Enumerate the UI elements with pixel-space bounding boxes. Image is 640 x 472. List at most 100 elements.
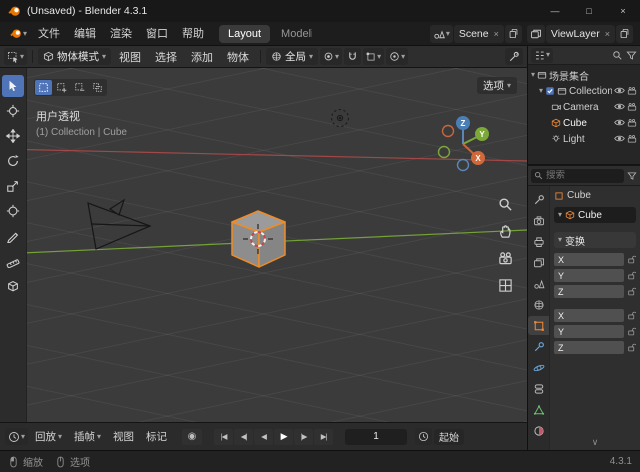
active-tool-dropdown[interactable]: ▾ (4, 48, 27, 65)
render-visibility-icon[interactable] (627, 134, 637, 144)
menu-keying[interactable]: 插帧 ▾ (69, 429, 106, 444)
eye-icon[interactable] (614, 134, 625, 144)
unlock-icon[interactable] (627, 271, 636, 280)
tab-view-layer[interactable] (528, 253, 549, 272)
pivot-point-dropdown[interactable]: ▾ (320, 48, 342, 65)
unlink-icon[interactable]: × (494, 29, 499, 39)
menu-window[interactable]: 窗口 (139, 22, 175, 46)
tab-output[interactable] (528, 232, 549, 251)
rotation-z-field[interactable]: Z (554, 341, 624, 354)
outliner-editor-type-dropdown[interactable]: ▾ (531, 48, 553, 63)
expander-icon[interactable]: ▾ (531, 71, 535, 79)
transform-panel-header[interactable]: ▾ 变换 (554, 232, 636, 248)
outliner-item-scene-collection[interactable]: ▾ 场景集合 (529, 67, 639, 83)
menu-add[interactable]: 添加 (185, 49, 219, 65)
tool-scale[interactable] (2, 175, 24, 197)
tab-modifiers[interactable] (528, 337, 549, 356)
tab-object[interactable] (528, 316, 549, 335)
tool-rotate[interactable] (2, 150, 24, 172)
tool-select-box[interactable] (2, 75, 24, 97)
object-name-field[interactable]: ▾ Cube (554, 207, 636, 223)
tool-settings-toggle[interactable] (505, 48, 523, 65)
expander-icon[interactable]: ▾ (558, 211, 562, 219)
outliner-item-camera[interactable]: Camera (529, 99, 639, 115)
select-mode-invert[interactable] (89, 80, 106, 95)
transform-orientation-dropdown[interactable]: 全局 ▾ (266, 48, 318, 65)
tool-cursor[interactable] (2, 100, 24, 122)
snap-settings-dropdown[interactable]: ▾ (363, 48, 384, 65)
menu-edit[interactable]: 编辑 (67, 22, 103, 46)
maximize-button[interactable]: □ (572, 0, 606, 22)
jump-to-start-button[interactable]: |◀ (214, 429, 233, 445)
rotation-x-field[interactable]: X (554, 309, 624, 322)
menu-playback[interactable]: 回放 ▾ (30, 429, 67, 444)
select-mode-subtract[interactable] (71, 80, 88, 95)
expander-icon[interactable]: ▾ (539, 87, 543, 95)
tab-render[interactable] (528, 211, 549, 230)
prev-keyframe-button[interactable]: ◀| (234, 429, 253, 445)
tab-constraints[interactable] (528, 379, 549, 398)
properties-search-input[interactable] (546, 170, 621, 181)
unlock-icon[interactable] (627, 287, 636, 296)
location-y-field[interactable]: Y (554, 269, 624, 282)
navigation-gizmo[interactable]: Z Y X (431, 110, 495, 174)
tab-tool[interactable] (528, 190, 549, 209)
render-visibility-icon[interactable] (627, 118, 637, 128)
proportional-editing-dropdown[interactable]: ▾ (386, 48, 408, 65)
next-keyframe-button[interactable]: |▶ (294, 429, 313, 445)
blender-menu-button[interactable]: ▾ (5, 27, 31, 40)
workspace-tab-layout[interactable]: Layout (219, 25, 270, 43)
tab-world[interactable] (528, 295, 549, 314)
play-reverse-button[interactable]: ◀ (254, 429, 273, 445)
tool-annotate[interactable] (2, 225, 24, 247)
menu-select[interactable]: 选择 (149, 49, 183, 65)
eye-icon[interactable] (614, 102, 625, 112)
menu-object[interactable]: 物体 (221, 49, 255, 65)
tool-measure[interactable] (2, 250, 24, 272)
menu-view[interactable]: 视图 (113, 49, 147, 65)
outliner-item-light[interactable]: Light (529, 131, 639, 147)
menu-file[interactable]: 文件 (31, 22, 67, 46)
frame-start-field[interactable]: 起始 (434, 429, 464, 445)
workspace-tab-modeling[interactable]: Modeling (272, 25, 312, 43)
minimize-button[interactable]: — (538, 0, 572, 22)
pan-hand-button[interactable] (495, 221, 515, 241)
scene-name-field[interactable]: Scene × (454, 25, 504, 43)
unlink-icon[interactable]: × (605, 29, 610, 39)
unlock-icon[interactable] (627, 327, 636, 336)
properties-search[interactable] (531, 169, 624, 183)
viewport-3d[interactable]: 用户透视 (1) Collection | Cube 选项 ▾ (0, 68, 527, 422)
new-view-layer-button[interactable] (616, 25, 633, 43)
outliner-item-cube[interactable]: Cube (529, 115, 639, 131)
auto-keyframe-button[interactable]: ◉ (182, 429, 202, 445)
checkbox-icon[interactable] (545, 86, 555, 96)
select-mode-new[interactable] (35, 80, 52, 95)
use-preview-range-button[interactable] (415, 428, 432, 445)
rotation-y-field[interactable]: Y (554, 325, 624, 338)
unlock-icon[interactable] (627, 255, 636, 264)
view-layer-name-field[interactable]: ViewLayer × (546, 25, 615, 43)
mode-selector[interactable]: 物体模式 ▾ (38, 48, 111, 65)
select-mode-extend[interactable] (53, 80, 70, 95)
camera-view-button[interactable] (495, 248, 515, 268)
location-x-field[interactable]: X (554, 253, 624, 266)
play-button[interactable]: ▶ (274, 429, 293, 445)
menu-view-timeline[interactable]: 视图 (108, 429, 139, 444)
scroll-more-indicator[interactable]: ∨ (554, 437, 636, 447)
unlock-icon[interactable] (627, 343, 636, 352)
tab-material[interactable] (528, 421, 549, 440)
current-frame-field[interactable] (345, 429, 407, 445)
tab-physics[interactable] (528, 358, 549, 377)
render-visibility-icon[interactable] (627, 86, 637, 96)
close-button[interactable]: × (606, 0, 640, 22)
tool-move[interactable] (2, 125, 24, 147)
outliner-item-collection[interactable]: ▾ Collection (529, 83, 639, 99)
viewport-options-button[interactable]: 选项 ▾ (477, 77, 517, 94)
filter-icon[interactable] (627, 171, 637, 181)
view-layer-browse-button[interactable] (527, 25, 545, 43)
search-icon[interactable] (612, 50, 623, 61)
eye-icon[interactable] (614, 86, 625, 96)
menu-help[interactable]: 帮助 (175, 22, 211, 46)
menu-render[interactable]: 渲染 (103, 22, 139, 46)
scene-browse-button[interactable]: ▾ (430, 25, 453, 43)
